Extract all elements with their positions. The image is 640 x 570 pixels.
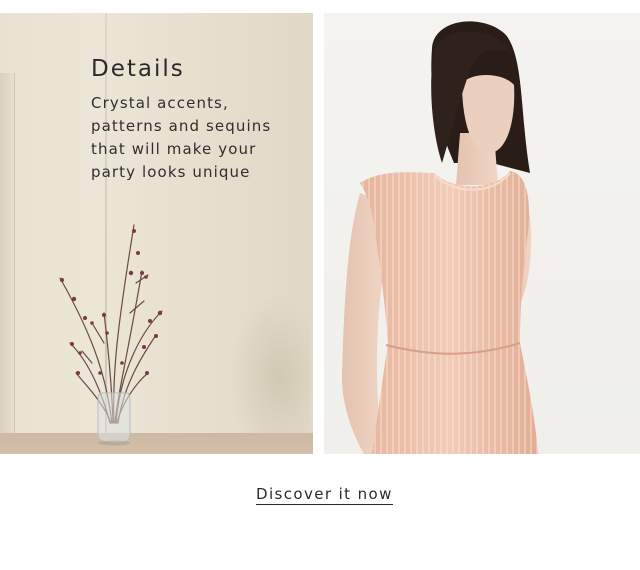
room-photo: Details Crystal accents, patterns and se… — [0, 13, 313, 454]
headline: Details — [91, 56, 185, 82]
discover-now-link[interactable]: Discover it now — [256, 485, 393, 505]
body-line: that will make your — [91, 140, 257, 158]
wall-stain — [230, 293, 310, 433]
vase-with-branches-illustration — [59, 224, 163, 446]
body-line: patterns and sequins — [91, 117, 272, 135]
body-copy: Crystal accents, patterns and sequins th… — [91, 92, 301, 184]
body-line: Crystal accents, — [91, 94, 229, 112]
body-line: party looks unique — [91, 163, 251, 181]
doorway — [0, 73, 15, 453]
model-in-dress-illustration — [341, 21, 538, 454]
model-photo — [324, 13, 640, 454]
details-banner: Details Crystal accents, patterns and se… — [0, 0, 640, 570]
